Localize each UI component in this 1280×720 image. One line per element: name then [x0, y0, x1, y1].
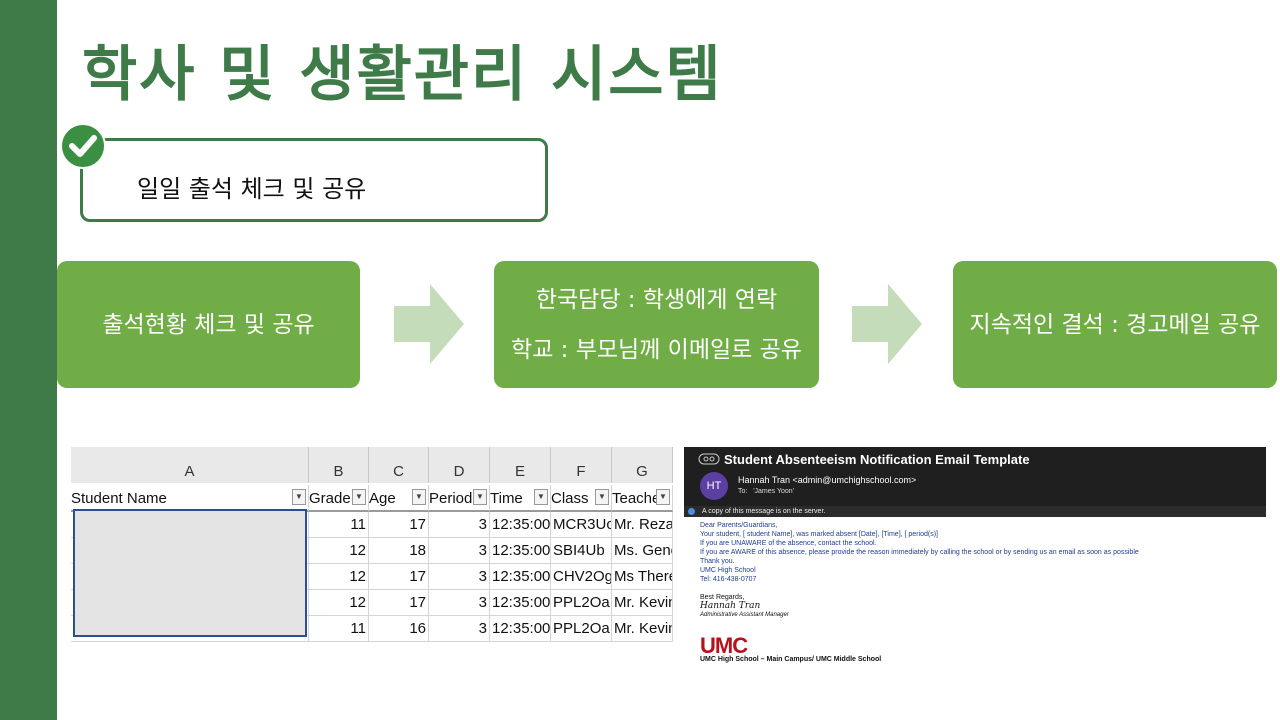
checkmark-icon — [60, 123, 106, 169]
table-cell: 12 — [309, 538, 369, 564]
table-cell: 17 — [369, 512, 429, 538]
header-cell: Age ▼ — [369, 485, 429, 512]
column-header: F — [551, 447, 612, 483]
avatar: HT — [700, 472, 728, 500]
filter-dropdown-icon[interactable]: ▼ — [595, 489, 609, 505]
header-cell: Teache ▼ — [612, 485, 673, 512]
email-template: Student Absenteeism Notification Email T… — [684, 447, 1266, 667]
table-cell: 3 — [429, 538, 490, 564]
filter-dropdown-icon[interactable]: ▼ — [292, 489, 306, 505]
column-header: E — [490, 447, 551, 483]
table-cell: 16 — [369, 616, 429, 642]
table-cell: Ms. Genevie — [612, 538, 673, 564]
step-contact: 한국담당 : 학생에게 연락 학교 : 부모님께 이메일로 공유 — [494, 261, 819, 388]
step-label: 학교 : 부모님께 이메일로 공유 — [511, 336, 802, 363]
table-cell: 12:35:00-1 — [490, 590, 551, 616]
step-label: 출석현황 체크 및 공유 — [102, 311, 315, 338]
column-header: B — [309, 447, 369, 483]
table-cell: 12:35:00-1 — [490, 538, 551, 564]
table-cell: 3 — [429, 512, 490, 538]
column-header: D — [429, 447, 490, 483]
table-cell: 11 — [309, 616, 369, 642]
table-cell: 12:35:00-1 — [490, 512, 551, 538]
side-accent-bar — [0, 0, 57, 720]
filter-active-icon[interactable]: ▼ — [473, 489, 487, 505]
table-cell: 18 — [369, 538, 429, 564]
table-cell: Mr. Kevin Zh — [612, 616, 673, 642]
server-note: A copy of this message is on the server. — [684, 506, 1266, 517]
table-cell: 3 — [429, 590, 490, 616]
header-cell: Student Name ▼ — [71, 485, 309, 512]
filter-dropdown-icon[interactable]: ▼ — [656, 489, 670, 505]
filter-dropdown-icon[interactable]: ▼ — [352, 489, 366, 505]
page-title: 학사 및 생활관리 시스템 — [82, 40, 723, 110]
table-cell: 12:35:00-1 — [490, 564, 551, 590]
table-cell: 12 — [309, 590, 369, 616]
table-cell: SBI4Ub — [551, 538, 612, 564]
table-cell: 3 — [429, 616, 490, 642]
arrow-right-icon — [394, 284, 464, 364]
step-attendance-check: 출석현황 체크 및 공유 — [57, 261, 360, 388]
email-subject: Student Absenteeism Notification Email T… — [724, 452, 1030, 467]
table-cell: 17 — [369, 590, 429, 616]
filter-dropdown-icon[interactable]: ▼ — [534, 489, 548, 505]
table-cell: 17 — [369, 564, 429, 590]
arrow-right-icon — [852, 284, 922, 364]
header-cell: Time ▼ — [490, 485, 551, 512]
table-cell: 11 — [309, 512, 369, 538]
column-header: G — [612, 447, 673, 483]
redacted-names — [73, 509, 307, 637]
table-cell: MCR3Uc — [551, 512, 612, 538]
email-sender: Hannah Tran <admin@umchighschool.com> — [738, 475, 917, 485]
header-cell: Grade ▼ — [309, 485, 369, 512]
table-cell: Mr. Reza Gh — [612, 512, 673, 538]
step-label: 지속적인 결석 : 경고메일 공유 — [969, 311, 1261, 338]
column-header: C — [369, 447, 429, 483]
column-header: A — [71, 447, 309, 483]
table-cell: PPL2Oa — [551, 590, 612, 616]
subtitle-text: 일일 출석 체크 및 공유 — [137, 175, 367, 203]
table-cell: PPL2Oa — [551, 616, 612, 642]
email-recipient: To: 'James Yoon' — [738, 488, 795, 495]
table-cell: Mr. Kevin Zh — [612, 590, 673, 616]
email-footer: UMC High School – Main Campus/ UMC Middl… — [700, 656, 882, 663]
header-cell: Period ▼ — [429, 485, 490, 512]
attendance-spreadsheet: A B C D E F G Student Name ▼ Grade ▼ Age ▼ … — [71, 447, 673, 667]
reply-icon — [698, 453, 720, 465]
table-cell: 12 — [309, 564, 369, 590]
table-cell: CHV2Og — [551, 564, 612, 590]
table-cell: Ms Theresa — [612, 564, 673, 590]
email-body: Dear Parents/Guardians, Your student, [ … — [700, 522, 1139, 618]
header-cell: Class ▼ — [551, 485, 612, 512]
info-icon — [688, 508, 695, 515]
filter-dropdown-icon[interactable]: ▼ — [412, 489, 426, 505]
table-cell: 3 — [429, 564, 490, 590]
step-label: 한국담당 : 학생에게 연락 — [535, 286, 778, 313]
table-cell: 12:35:00-1 — [490, 616, 551, 642]
step-warning-mail: 지속적인 결석 : 경고메일 공유 — [953, 261, 1277, 388]
subtitle-box: 일일 출석 체크 및 공유 — [80, 138, 548, 222]
